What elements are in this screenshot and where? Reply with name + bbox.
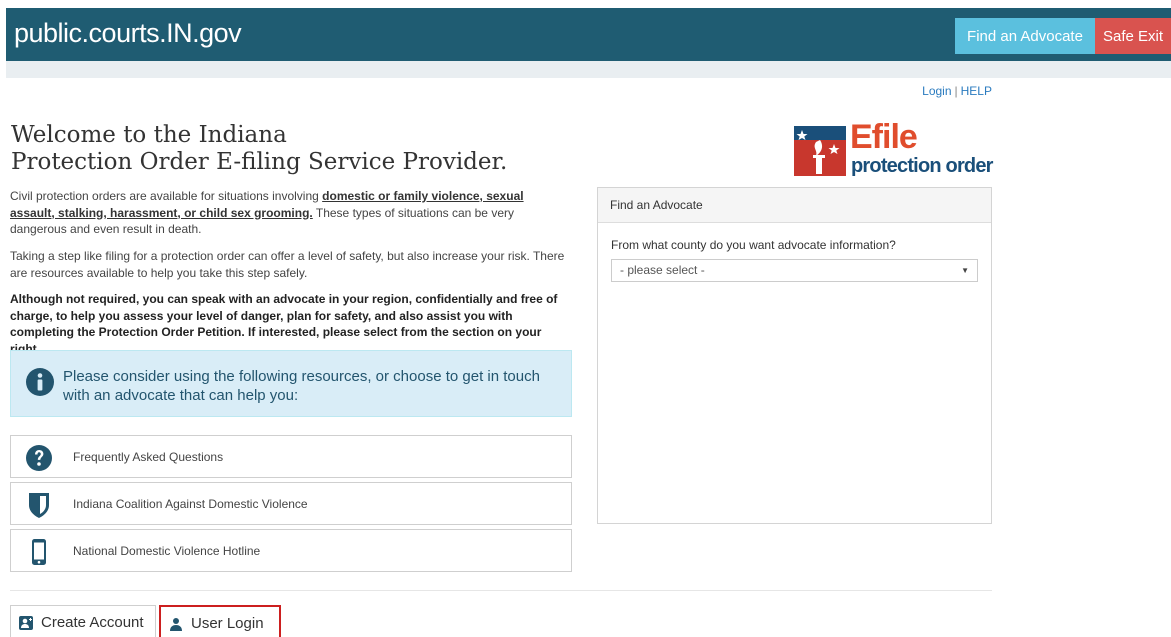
user-icon <box>170 618 182 631</box>
login-link[interactable]: Login <box>922 84 951 98</box>
info-alert-text: Please consider using the following reso… <box>63 368 540 404</box>
divider <box>10 590 992 591</box>
question-circle-icon <box>26 445 52 471</box>
help-link[interactable]: HELP <box>961 84 992 98</box>
resource-label: Frequently Asked Questions <box>73 450 224 464</box>
safe-exit-button[interactable]: Safe Exit <box>1095 18 1171 54</box>
shield-icon <box>29 493 49 518</box>
page-title-line2: Protection Order E-filing Service Provid… <box>11 149 508 175</box>
resource-label: Indiana Coalition Against Domestic Viole… <box>73 497 308 511</box>
efile-logo: Efile protection order <box>794 118 994 180</box>
site-brand[interactable]: public.courts.IN.gov <box>14 18 242 49</box>
link-separator: | <box>954 84 958 98</box>
find-advocate-panel: Find an Advocate From what county do you… <box>597 187 992 524</box>
caret-down-icon: ▼ <box>961 266 969 275</box>
resource-hotline[interactable]: National Domestic Violence Hotline <box>10 529 572 572</box>
top-links: Login | HELP <box>900 84 992 98</box>
county-select[interactable]: - please select - ▼ <box>611 259 978 282</box>
tab-create-account-label: Create Account <box>41 614 144 631</box>
county-select-value: - please select - <box>620 263 705 277</box>
logo-subtitle-text: protection order <box>851 155 993 177</box>
header-subbar <box>6 61 1171 78</box>
info-alert: Please consider using the following reso… <box>10 350 572 417</box>
mobile-phone-icon <box>32 539 46 565</box>
intro-paragraph-3: Although not required, you can speak wit… <box>10 292 558 356</box>
logo-efile-text: Efile <box>850 118 918 156</box>
find-advocate-button[interactable]: Find an Advocate <box>955 18 1095 54</box>
info-circle-icon <box>26 368 54 396</box>
intro-p1-before: Civil protection orders are available fo… <box>10 189 323 203</box>
resource-label: National Domestic Violence Hotline <box>73 544 261 558</box>
flag-torch-icon <box>794 126 846 176</box>
page-title: Welcome to the Indiana Protection Order … <box>11 122 581 176</box>
resource-icadv[interactable]: Indiana Coalition Against Domestic Viole… <box>10 482 572 525</box>
tab-user-login-label: User Login <box>191 615 264 632</box>
tab-user-login[interactable]: User Login <box>159 605 281 637</box>
page-title-line1: Welcome to the Indiana <box>11 122 287 148</box>
top-header-bar: public.courts.IN.gov Find an Advocate Sa… <box>6 8 1171 61</box>
tab-create-account[interactable]: Create Account <box>10 605 156 637</box>
intro-paragraph-1: Civil protection orders are available fo… <box>10 188 570 238</box>
resource-faq[interactable]: Frequently Asked Questions <box>10 435 572 478</box>
panel-title: Find an Advocate <box>598 188 991 223</box>
county-question-label: From what county do you want advocate in… <box>611 238 896 252</box>
user-plus-icon <box>19 616 33 630</box>
intro-paragraph-2: Taking a step like filing for a protecti… <box>10 249 565 280</box>
